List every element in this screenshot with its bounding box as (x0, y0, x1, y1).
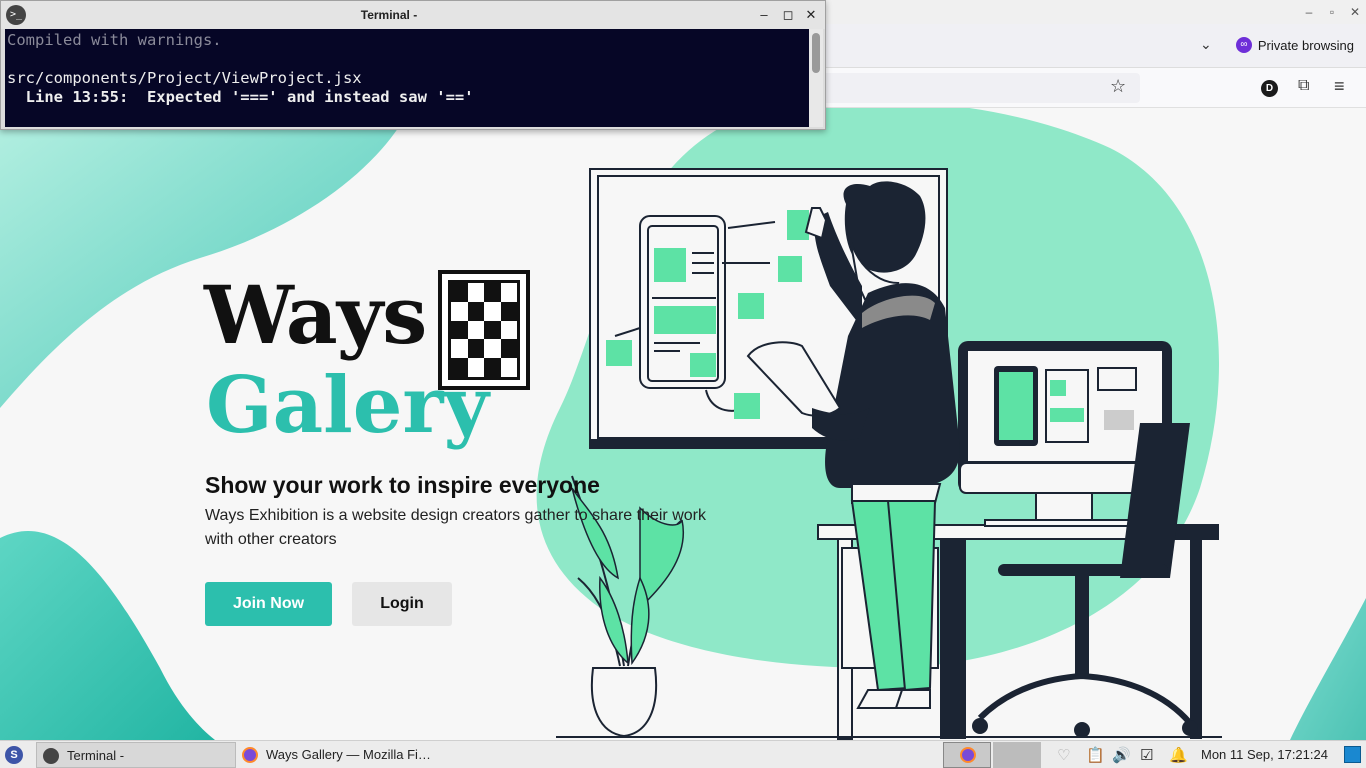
show-desktop-icon[interactable] (1344, 746, 1361, 763)
firefox-icon (242, 747, 258, 763)
taskbar-item-label: Ways Gallery — Mozilla Fi… (266, 747, 431, 762)
private-browsing-label: Private browsing (1257, 38, 1354, 53)
terminal-close-icon[interactable]: ✕ (802, 6, 820, 24)
join-now-button[interactable]: Join Now (205, 582, 332, 626)
background-shapes (0, 108, 1366, 740)
terminal-title: Terminal - (360, 8, 418, 22)
list-tabs-chevron-icon[interactable]: ⌄ (1200, 36, 1212, 53)
minimize-icon[interactable]: ‒ (1300, 3, 1318, 21)
private-mask-icon: ∞ (1235, 37, 1252, 53)
bottom-left-wave (0, 530, 215, 740)
terminal-output[interactable]: Compiled with warnings.​src/components/P… (5, 29, 809, 127)
terminal-window[interactable]: >_ Terminal - ‒ ◻ ✕ Compiled with warnin… (0, 0, 826, 130)
taskbar-item-terminal[interactable]: Terminal - (36, 742, 236, 768)
login-button[interactable]: Login (352, 582, 452, 626)
brand-word-ways: Ways (204, 268, 427, 362)
terminal-maximize-icon[interactable]: ◻ (779, 6, 797, 24)
terminal-line: Compiled with warnings. (7, 31, 222, 49)
clipboard-icon[interactable]: 📋 (1086, 746, 1105, 764)
network-icon[interactable]: ♡ (1057, 746, 1070, 764)
workspace-2[interactable] (993, 742, 1041, 768)
tasks-check-icon[interactable]: ☑ (1140, 746, 1153, 764)
workspace-1[interactable] (943, 742, 991, 768)
hamburger-menu-icon[interactable]: ≡ (1334, 76, 1345, 97)
extensions-icon[interactable]: ⧉ (1298, 77, 1309, 95)
page-headline: Show your work to inspire everyone (205, 472, 600, 498)
profile-avatar-icon[interactable]: D (1261, 80, 1278, 97)
bookmark-star-icon[interactable]: ☆ (1110, 76, 1126, 97)
start-menu-icon[interactable]: S (5, 746, 23, 764)
taskbar-item-firefox[interactable]: Ways Gallery — Mozilla Fi… (236, 742, 446, 768)
clock[interactable]: Mon 11 Sep, 17:21:24 (1201, 747, 1328, 762)
desktop: ‒ ▫ ✕ ⌄ ∞ Private browsing ☆ D ⧉ ≡ Ways … (0, 0, 1366, 768)
notification-bell-icon[interactable]: 🔔 (1169, 746, 1188, 764)
terminal-titlebar[interactable]: >_ Terminal - ‒ ◻ ✕ (1, 1, 825, 29)
terminal-scrollbar[interactable] (809, 29, 823, 127)
terminal-line: Line 13:55: Expected '===' and instead s… (7, 88, 474, 106)
terminal-icon (43, 748, 59, 764)
terminal-scroll-thumb[interactable] (812, 33, 820, 73)
bottom-right-wave (1290, 598, 1366, 740)
page-subtext: Ways Exhibition is a website design crea… (205, 507, 706, 548)
volume-icon[interactable]: 🔊 (1112, 746, 1131, 764)
terminal-minimize-icon[interactable]: ‒ (755, 6, 773, 24)
maximize-icon[interactable]: ▫ (1323, 3, 1341, 21)
brand-word-galery: Galery (206, 360, 489, 451)
landing-page: Ways Galery Show your work to inspire ev… (0, 108, 1366, 740)
taskbar-item-label: Terminal - (67, 748, 125, 763)
close-icon[interactable]: ✕ (1346, 3, 1364, 21)
url-bar[interactable] (820, 73, 1140, 103)
private-browsing-indicator: ∞ Private browsing (1235, 37, 1354, 53)
terminal-line: ​ (7, 50, 807, 69)
taskbar: S Terminal - Ways Gallery — Mozilla Fi… … (0, 740, 1366, 768)
terminal-line: src/components/Project/ViewProject.jsx (7, 69, 362, 87)
firefox-mini-icon (960, 747, 976, 763)
